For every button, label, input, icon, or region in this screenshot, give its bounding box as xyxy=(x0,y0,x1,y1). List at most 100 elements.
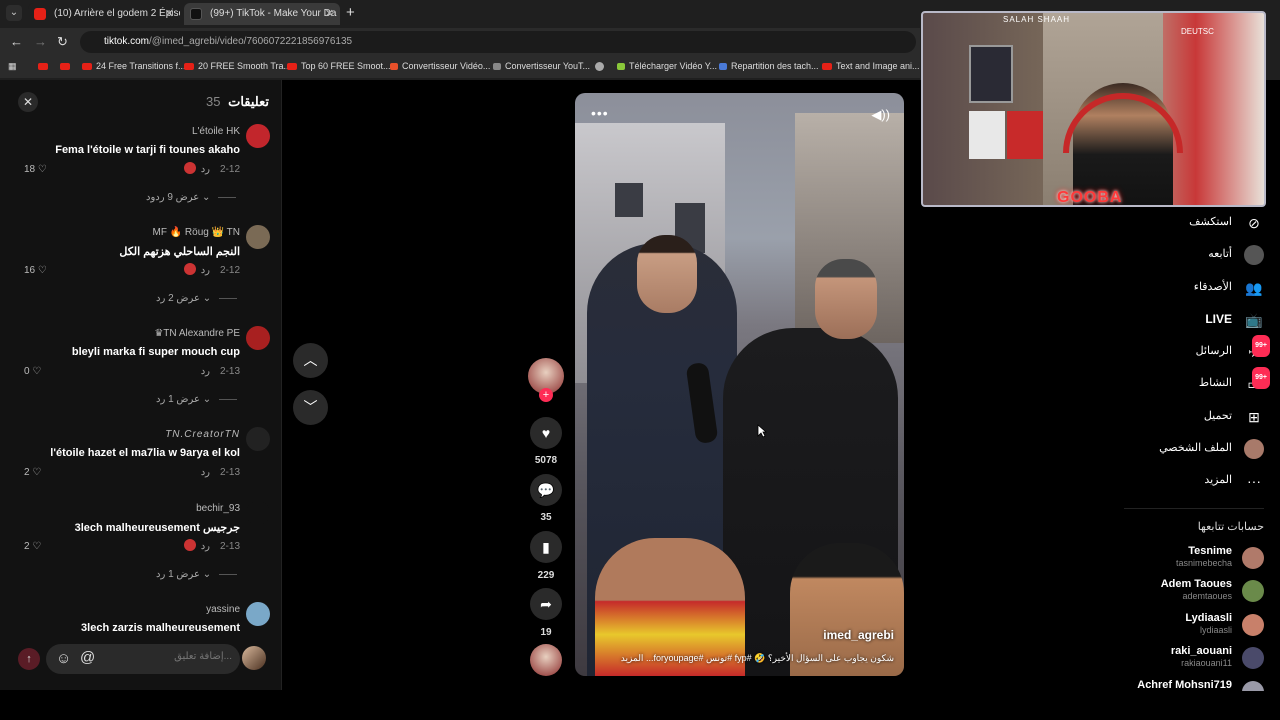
streamer-name: GOOBA xyxy=(1057,189,1123,206)
video-author[interactable]: imed_agrebi xyxy=(823,628,894,642)
view-replies-button[interactable]: عرض 9 ردود ⌄ xyxy=(146,192,237,203)
bookmark-item[interactable]: Repartition des tach... xyxy=(719,61,819,71)
bookmark-item[interactable]: Text and Image ani... xyxy=(822,61,920,71)
bookmark-item[interactable]: Télécharger Vidéo Y... xyxy=(617,61,717,71)
chevron-up-icon: ︿ xyxy=(303,352,318,368)
like-button[interactable]: ♥ xyxy=(530,417,562,449)
bookmark-item[interactable]: Top 60 FREE Smoot... xyxy=(287,61,391,71)
youtube-icon xyxy=(184,63,194,71)
send-button[interactable]: ↑ xyxy=(18,648,40,670)
comment-input[interactable] xyxy=(122,651,232,662)
forward-icon[interactable]: → xyxy=(34,34,47,49)
previous-video-button[interactable]: ︿ xyxy=(293,343,328,378)
comment-username[interactable]: TN.CreatorTN xyxy=(165,429,240,440)
comment-username[interactable]: L'étoile HK xyxy=(192,126,240,137)
back-icon[interactable]: ← xyxy=(10,34,23,49)
emoji-icon[interactable]: ☺ xyxy=(56,650,71,667)
comment-username[interactable]: ♛TN Alexandre PE xyxy=(154,328,240,339)
reply-button[interactable]: رد xyxy=(201,265,210,276)
comment-username[interactable]: MF 🔥 Röug 👑 TN xyxy=(152,227,240,238)
save-button[interactable]: ▮ xyxy=(530,531,562,563)
comment-username[interactable]: bechir_93 xyxy=(196,503,240,514)
reply-button[interactable]: رد xyxy=(201,467,210,478)
close-icon[interactable]: ✕ xyxy=(165,3,174,25)
upload-icon: ⊞ xyxy=(1248,409,1260,425)
avatar[interactable] xyxy=(246,326,270,350)
reply-button[interactable]: رد xyxy=(201,164,210,175)
bookmark-item[interactable] xyxy=(60,61,74,71)
doc-icon xyxy=(719,63,727,71)
nav-upload[interactable]: ⊞ تحميل xyxy=(1144,405,1264,429)
reply-button[interactable]: رد xyxy=(201,541,210,552)
apps-icon[interactable]: ▦ xyxy=(8,61,17,72)
avatar[interactable] xyxy=(246,124,270,148)
nav-live[interactable]: 📺 LIVE xyxy=(1144,308,1264,332)
nav-bar: ← → ↻ tiktok.com/@imed_agrebi/video/7606… xyxy=(0,28,920,56)
new-tab-button[interactable]: + xyxy=(346,4,355,21)
live-icon: 📺 xyxy=(1245,312,1263,328)
comment-date: 2-13 xyxy=(219,366,240,377)
comment-username[interactable]: yassine xyxy=(206,604,240,615)
avatar[interactable] xyxy=(246,501,270,525)
save-count: 229 xyxy=(537,570,555,581)
bookmarks-bar: ▦ 24 Free Transitions f... 20 FREE Smoot… xyxy=(0,56,920,78)
reply-button[interactable]: رد xyxy=(201,366,210,377)
comment-date: 2-12 xyxy=(219,164,240,175)
like-count: 5078 xyxy=(534,455,558,466)
nav-messages[interactable]: ✈99+ الرسائل xyxy=(1144,335,1270,364)
nav-profile[interactable]: الملف الشخصي xyxy=(1144,437,1264,461)
bookmark-item[interactable]: 20 FREE Smooth Tra... xyxy=(184,61,291,71)
followed-account[interactable]: Adem Taoues ademtaoues xyxy=(1114,578,1264,606)
creator-liked-icon xyxy=(184,263,196,275)
avatar[interactable] xyxy=(246,427,270,451)
music-disc[interactable] xyxy=(530,644,562,676)
nav-more[interactable]: ··· المزيد xyxy=(1144,469,1264,493)
avatar[interactable] xyxy=(246,225,270,249)
compass-icon: ⊘ xyxy=(1248,215,1260,231)
video-player[interactable]: ••• ◀)) imed_agrebi شكون يجاوب على السؤا… xyxy=(575,93,904,676)
messages-icon: ✈99+ xyxy=(1244,335,1270,362)
avatar[interactable] xyxy=(246,602,270,626)
like-button[interactable]: 16 ♡ xyxy=(24,265,47,276)
creator-liked-icon xyxy=(184,539,196,551)
view-replies-button[interactable]: عرض 2 رد ⌄ xyxy=(156,293,238,304)
more-options-icon[interactable]: ••• xyxy=(591,105,609,121)
address-bar[interactable]: tiktok.com/@imed_agrebi/video/7606072221… xyxy=(80,31,916,53)
bookmark-item[interactable] xyxy=(595,61,608,72)
view-replies-button[interactable]: عرض 1 رد ⌄ xyxy=(156,394,238,405)
view-replies-button[interactable]: عرض 1 رد ⌄ xyxy=(156,569,238,580)
follow-button[interactable]: + xyxy=(539,388,553,402)
tab-youtube[interactable]: (10) Arrière el godem 2 Épisode ✕ xyxy=(28,3,180,25)
bookmark-item[interactable]: Convertisseur Vidéo... xyxy=(390,61,490,71)
tab-search-button[interactable]: ⌄ xyxy=(6,5,22,21)
bookmark-item[interactable]: 24 Free Transitions f... xyxy=(82,61,186,71)
comment-text: 3lech zarzis malheureusement xyxy=(81,622,240,634)
like-button[interactable]: 2 ♡ xyxy=(24,541,41,552)
reload-icon[interactable]: ↻ xyxy=(57,34,68,50)
share-button[interactable]: ➦ xyxy=(530,588,562,620)
next-video-button[interactable]: ﹀ xyxy=(293,390,328,425)
followed-account[interactable]: Achref Mohsni719 xyxy=(1114,679,1264,691)
like-button[interactable]: 2 ♡ xyxy=(24,467,41,478)
bookmark-icon: ▮ xyxy=(542,539,550,555)
like-button[interactable]: 0 ♡ xyxy=(24,366,41,377)
mention-icon[interactable]: @ xyxy=(80,649,95,666)
bookmark-item[interactable] xyxy=(38,61,52,71)
followed-account[interactable]: Tesnime tasnimebecha xyxy=(1114,545,1264,573)
comment-text: Fema l'étoile w tarji fi tounes akaho xyxy=(55,144,240,156)
comment-button[interactable]: 💬 xyxy=(530,474,562,506)
nav-explore[interactable]: ⊘ استكشف xyxy=(1144,211,1264,235)
close-icon[interactable]: ✕ xyxy=(325,3,334,25)
tab-tiktok[interactable]: (99+) TikTok - Make Your Da ✕ xyxy=(184,3,340,25)
bookmark-item[interactable]: Convertisseur YouT... xyxy=(493,61,590,71)
comment-input-box[interactable]: ☺ @ xyxy=(46,644,240,674)
comment-count: 35 xyxy=(540,512,552,523)
nav-activity[interactable]: ▭99+ النشاط xyxy=(1144,367,1270,396)
close-icon[interactable]: ✕ xyxy=(18,92,38,112)
nav-friends[interactable]: 👥 الأصدقاء xyxy=(1144,276,1264,300)
followed-account[interactable]: raki_aouani rakiaouani11 xyxy=(1114,645,1264,673)
nav-following[interactable]: أتابعه xyxy=(1144,243,1264,267)
like-button[interactable]: 18 ♡ xyxy=(24,164,47,175)
volume-icon[interactable]: ◀)) xyxy=(871,107,890,123)
followed-account[interactable]: Lydiaasli lydiaasli xyxy=(1114,612,1264,640)
